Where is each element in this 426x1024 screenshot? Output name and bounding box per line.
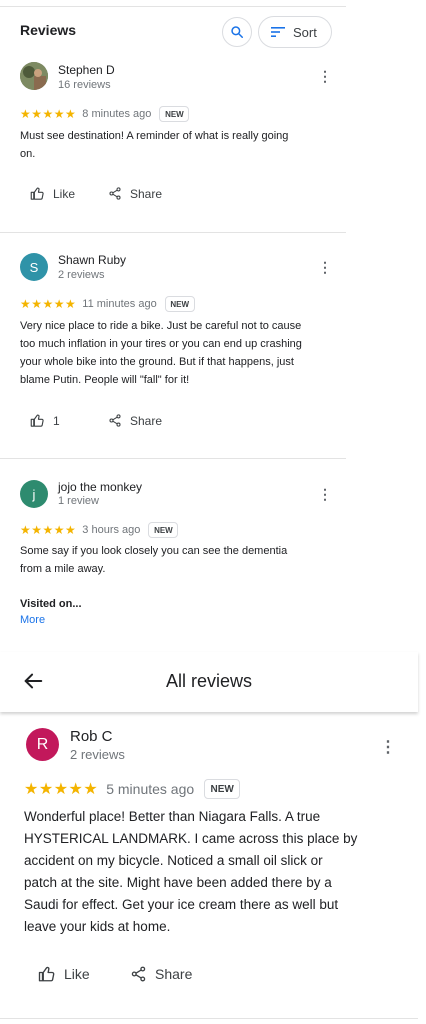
review-line: Some say if you look closely you can see… [20, 545, 288, 557]
share-icon [109, 187, 121, 200]
like-button[interactable]: 1 [30, 413, 60, 428]
share-icon [109, 414, 121, 427]
more-options-icon[interactable]: ⋮ [318, 68, 332, 85]
like-label: Like [53, 186, 76, 201]
review-time: 3 hours ago [82, 524, 141, 536]
review-text: Very nice place to ride a bike. Just be … [20, 317, 302, 389]
reviewer-review-count: 2 reviews [58, 269, 105, 281]
avatar[interactable]: j [20, 480, 48, 508]
review-text: Must see destination! A reminder of what… [20, 127, 288, 163]
like-button[interactable]: Like [38, 965, 90, 983]
share-label: Share [130, 186, 163, 201]
top-divider [0, 6, 346, 7]
rating-row: ★★★★★ 3 hours ago NEW [20, 521, 179, 539]
review-line: your whole bike into the ground. But if … [20, 356, 294, 368]
review-text: Wonderful place! Better than Niagara Fal… [24, 806, 357, 938]
new-badge: NEW [148, 522, 179, 538]
search-icon [231, 26, 244, 39]
review-line: too much inflation in your tires or you … [20, 338, 302, 350]
review-divider [0, 458, 346, 459]
all-reviews-header: All reviews [0, 652, 418, 712]
like-button[interactable]: Like [30, 186, 75, 201]
avatar-initial: j [32, 486, 36, 502]
review-text: Some say if you look closely you can see… [20, 542, 287, 578]
sort-button[interactable]: Sort [258, 16, 332, 48]
review-line: leave your kids at home. [24, 919, 171, 934]
star-rating: ★★★★★ [20, 523, 77, 537]
review-line: Wonderful place! Better than Niagara Fal… [24, 809, 321, 824]
avatar-photo-icon [20, 62, 48, 90]
thumbs-up-icon [38, 966, 55, 982]
avatar-initial: S [29, 259, 39, 275]
more-options-icon[interactable]: ⋮ [380, 737, 396, 757]
rating-row: ★★★★★ 8 minutes ago NEW [20, 105, 190, 123]
review-line: HYSTERICAL LANDMARK. I came across this … [24, 831, 358, 846]
reviewer-name[interactable]: Stephen D [58, 63, 115, 77]
sort-icon [271, 27, 285, 37]
search-button[interactable] [222, 17, 252, 47]
star-rating: ★★★★★ [20, 297, 77, 311]
more-options-icon[interactable]: ⋮ [318, 486, 332, 503]
review-time: 5 minutes ago [106, 781, 195, 797]
avatar[interactable]: R [26, 728, 59, 761]
review-line: from a mile away. [20, 563, 106, 575]
thumbs-up-icon [30, 414, 44, 427]
review-time: 8 minutes ago [82, 108, 152, 120]
share-button[interactable]: Share [108, 186, 162, 201]
reviewer-name[interactable]: jojo the monkey [58, 480, 142, 494]
more-options-icon[interactable]: ⋮ [318, 259, 332, 276]
share-button[interactable]: Share [108, 413, 162, 428]
reviewer-review-count: 2 reviews [70, 747, 125, 762]
new-badge: NEW [159, 106, 190, 122]
review-line: Very nice place to ride a bike. Just be … [20, 320, 302, 332]
like-count: 1 [53, 413, 60, 428]
all-reviews-title: All reviews [166, 671, 253, 691]
review-line: on. [20, 148, 36, 160]
reviewer-review-count: 16 reviews [58, 79, 111, 91]
thumbs-up-icon [30, 187, 44, 200]
star-rating: ★★★★★ [24, 781, 99, 798]
new-badge: NEW [204, 779, 241, 799]
share-icon [131, 966, 146, 982]
share-label: Share [130, 413, 163, 428]
reviews-panel: Reviews Sort Stephen D 16 reviews ⋮ ★★★★… [0, 0, 346, 650]
more-link[interactable]: More [20, 614, 45, 626]
reviewer-name[interactable]: Shawn Ruby [58, 253, 126, 267]
review-line: blame Putin. People will "fall" for it! [20, 374, 190, 386]
review-line: accident on my bicycle. Noticed a small … [24, 853, 323, 868]
review-line: patch at the site. Might have been added… [24, 875, 332, 890]
share-label: Share [155, 966, 193, 982]
new-badge: NEW [164, 296, 195, 312]
back-arrow-icon [24, 673, 43, 689]
rating-row: ★★★★★ 5 minutes ago NEW [24, 778, 241, 800]
bottom-divider [0, 1018, 418, 1019]
review-time: 11 minutes ago [82, 298, 157, 310]
star-rating: ★★★★★ [20, 107, 77, 121]
review-line: Must see destination! A reminder of what… [20, 130, 289, 142]
share-button[interactable]: Share [130, 965, 192, 983]
avatar-initial: R [36, 735, 49, 753]
avatar[interactable] [20, 62, 48, 90]
back-button[interactable] [22, 670, 44, 697]
avatar[interactable]: S [20, 253, 48, 281]
like-label: Like [64, 966, 90, 982]
review-line: Saudi for effect. Get your ice cream the… [24, 897, 339, 912]
reviewer-name[interactable]: Rob C [70, 728, 113, 745]
sort-label: Sort [293, 24, 317, 40]
visited-on-label: Visited on... [20, 598, 82, 610]
reviewer-review-count: 1 review [58, 495, 99, 507]
rating-row: ★★★★★ 11 minutes ago NEW [20, 295, 195, 313]
review-divider [0, 232, 346, 233]
reviews-heading: Reviews [20, 22, 77, 38]
